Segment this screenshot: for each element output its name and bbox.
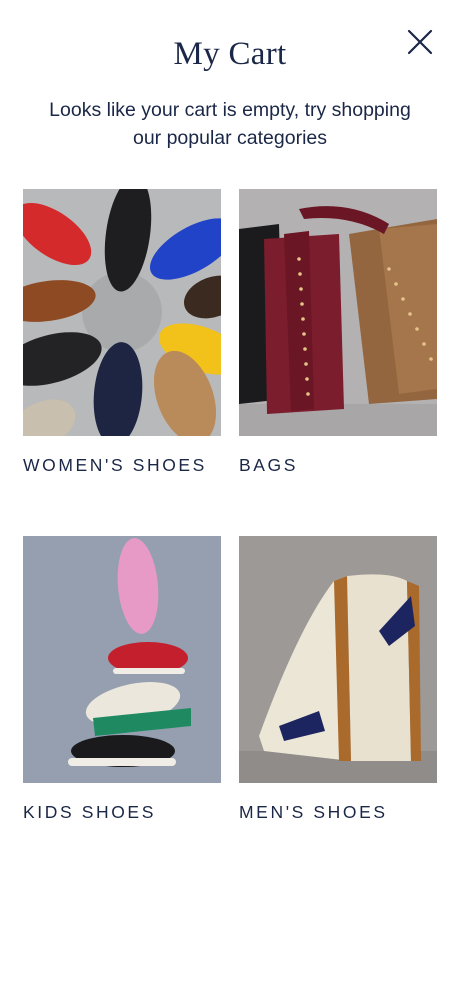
page-title: My Cart	[173, 36, 287, 72]
category-tile-womens-shoes[interactable]: WOMEN'S SHOES	[23, 189, 221, 476]
mens-shoes-image[interactable]	[239, 536, 437, 783]
bags-image[interactable]	[239, 189, 437, 436]
category-label: MEN'S SHOES	[239, 802, 388, 822]
category-tile-mens-shoes[interactable]: MEN'S SHOES	[239, 536, 437, 823]
womens-shoes-image[interactable]	[23, 189, 221, 436]
category-label: WOMEN'S SHOES	[23, 455, 207, 475]
category-tile-bags[interactable]: BAGS	[239, 189, 437, 476]
kids-shoes-image[interactable]	[23, 536, 221, 783]
empty-cart-message: Looks like your cart is empty, try shopp…	[49, 99, 411, 149]
close-button[interactable]	[404, 26, 436, 58]
close-icon	[407, 29, 433, 55]
category-tile-kids-shoes[interactable]: KIDS SHOES	[23, 536, 221, 823]
category-label: BAGS	[239, 455, 299, 475]
category-label: KIDS SHOES	[23, 802, 156, 822]
